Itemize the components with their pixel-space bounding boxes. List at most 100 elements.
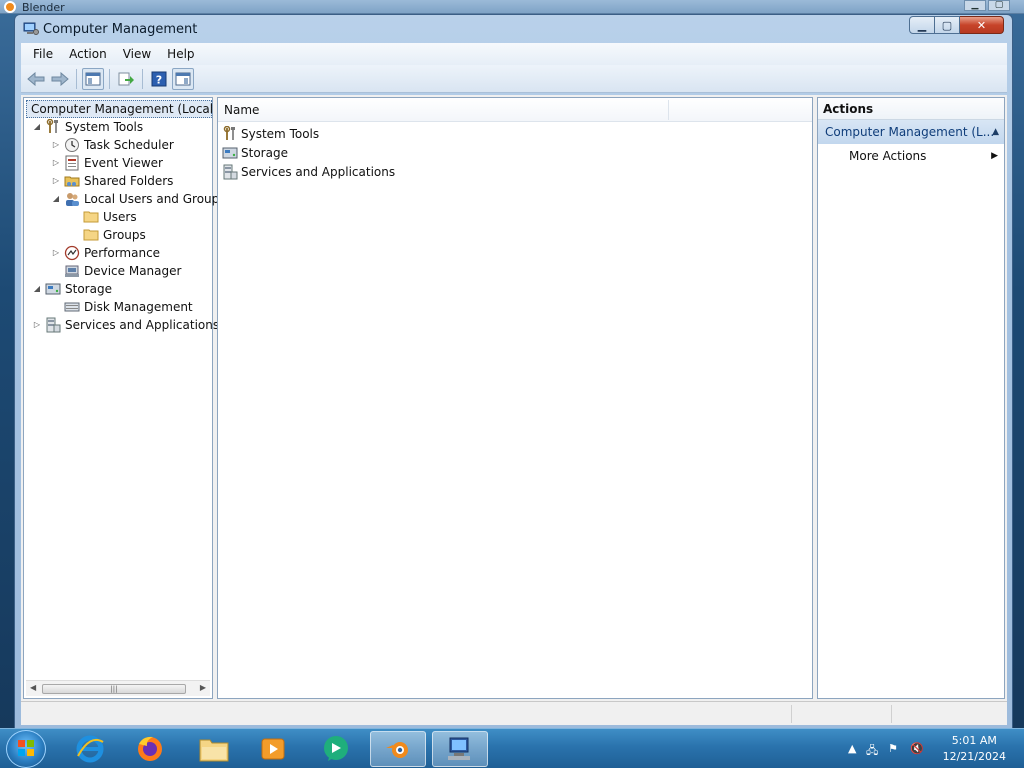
folder-icon: [83, 229, 99, 241]
computer-management-window: Computer Management ▁ ▢ ✕ File Action Vi…: [14, 14, 1013, 730]
taskbar-media-player[interactable]: [245, 731, 301, 767]
clock[interactable]: 5:01 AM 12/21/2024: [943, 733, 1006, 765]
tree-item-shared-folders[interactable]: ▷ Shared Folders: [51, 172, 173, 190]
actions-section-computer-management[interactable]: Computer Management (L... ▲: [818, 120, 1004, 144]
taskbar-file-explorer[interactable]: [186, 731, 242, 767]
show-hide-action-pane-icon: [175, 72, 191, 85]
menu-file[interactable]: File: [25, 43, 61, 65]
device-manager-icon: [65, 265, 79, 277]
list-item-label: Services and Applications: [241, 164, 396, 179]
tools-icon: [223, 125, 235, 140]
tree-item-label: Groups: [103, 228, 146, 242]
taskbar-computer-management[interactable]: [432, 731, 488, 767]
scroll-right-icon[interactable]: ▶: [200, 683, 206, 692]
taskbar-blender[interactable]: [370, 731, 426, 767]
expand-arrow-icon[interactable]: ▷: [51, 172, 61, 190]
taskbar-internet-explorer[interactable]: [62, 731, 118, 767]
tree-item-performance[interactable]: ▷ Performance: [51, 244, 160, 262]
scrollbar-thumb[interactable]: |||: [42, 684, 186, 694]
tree-item-label: Users: [103, 210, 137, 224]
back-arrow-icon: [27, 71, 45, 86]
tree-item-label: Performance: [84, 246, 161, 260]
expand-arrow-icon[interactable]: ▷: [51, 244, 61, 262]
clock-icon: [65, 138, 79, 152]
volume-muted-icon[interactable]: 🔇: [910, 742, 924, 755]
background-maximize-button[interactable]: ▢: [988, 0, 1010, 11]
tree-item-users[interactable]: Users: [70, 208, 137, 226]
network-icon[interactable]: 🖧: [866, 742, 878, 761]
tree-root-label: Computer Management (Local: [31, 102, 214, 116]
expand-arrow-icon[interactable]: ▷: [51, 136, 61, 154]
menu-action[interactable]: Action: [61, 43, 115, 65]
toolbar-separator: [76, 68, 77, 89]
shared-folder-icon: [64, 176, 80, 187]
more-actions-label: More Actions: [849, 149, 927, 163]
expand-arrow-icon[interactable]: ▷: [32, 316, 42, 334]
tree-item-device-manager[interactable]: Device Manager: [51, 262, 181, 280]
system-tray: ▲ 🖧 ⚑ 🔇 5:01 AM 12/21/2024: [844, 729, 1024, 768]
background-window-title: Blender: [22, 1, 65, 14]
collapse-arrow-icon[interactable]: ◢: [32, 280, 42, 298]
back-button[interactable]: [25, 68, 47, 90]
maximize-button[interactable]: ▢: [935, 16, 960, 34]
collapse-arrow-icon[interactable]: ◢: [51, 190, 61, 208]
actions-section-label: Computer Management (L...: [825, 125, 995, 139]
status-bar-divider: [791, 705, 792, 723]
blender-icon: [4, 1, 16, 13]
column-divider[interactable]: [668, 100, 669, 120]
tree-item-groups[interactable]: Groups: [70, 226, 146, 244]
more-actions-item[interactable]: More Actions ▶: [818, 144, 1004, 168]
export-list-icon: [118, 72, 134, 85]
tree-item-services-and-applications[interactable]: ▷ Services and Applications: [32, 316, 219, 334]
tree-item-label: Shared Folders: [84, 174, 174, 188]
computer-management-icon: [448, 737, 470, 760]
expand-arrow-icon[interactable]: ▷: [51, 154, 61, 172]
tree-root[interactable]: Computer Management (Local: [26, 100, 214, 118]
clock-date: 12/21/2024: [942, 750, 1006, 763]
list-item-services-and-applications[interactable]: Services and Applications: [222, 162, 395, 181]
status-bar-divider: [891, 705, 892, 723]
titlebar[interactable]: Computer Management ▁ ▢ ✕: [15, 15, 1012, 43]
close-button[interactable]: ✕: [960, 16, 1004, 34]
tree-item-label: Local Users and Groups: [84, 192, 226, 206]
actions-header: Actions: [818, 98, 1004, 120]
list-item-system-tools[interactable]: System Tools: [222, 124, 319, 143]
tree-item-label: System Tools: [65, 120, 144, 134]
taskbar-chat-app[interactable]: [308, 731, 364, 767]
tree-item-system-tools[interactable]: ◢ System Tools: [32, 118, 143, 136]
tree-item-label: Services and Applications: [65, 318, 220, 332]
show-hide-action-pane-button[interactable]: [172, 67, 194, 90]
menu-view[interactable]: View: [115, 43, 159, 65]
export-list-button[interactable]: [115, 68, 137, 90]
tree-horizontal-scrollbar[interactable]: ◀ ||| ▶: [26, 680, 210, 696]
background-minimize-button[interactable]: ▁: [964, 0, 986, 11]
background-window-titlebar[interactable]: Blender ▁ ▢: [0, 0, 1024, 14]
tree-item-event-viewer[interactable]: ▷ Event Viewer: [51, 154, 163, 172]
chat-app-icon: [324, 736, 348, 761]
list-item-storage[interactable]: Storage: [222, 143, 288, 162]
tree-item-task-scheduler[interactable]: ▷ Task Scheduler: [51, 136, 174, 154]
column-header-name[interactable]: Name: [224, 103, 259, 117]
tree-item-label: Disk Management: [84, 300, 193, 314]
collapse-arrow-icon[interactable]: ◢: [32, 118, 42, 136]
minimize-button[interactable]: ▁: [909, 16, 935, 34]
menu-help[interactable]: Help: [159, 43, 202, 65]
forward-button[interactable]: [49, 68, 71, 90]
start-button[interactable]: [6, 730, 46, 768]
help-button[interactable]: ?: [148, 68, 170, 90]
actions-pane: Actions Computer Management (L... ▲ More…: [817, 97, 1005, 699]
action-center-flag-icon[interactable]: ⚑: [888, 742, 898, 755]
taskbar-firefox[interactable]: [122, 731, 178, 767]
tree-item-local-users-and-groups[interactable]: ◢ Local Users and Groups: [51, 190, 226, 208]
tree-item-label: Storage: [65, 282, 112, 296]
tree-item-disk-management[interactable]: Disk Management: [51, 298, 193, 316]
show-hidden-icons-icon[interactable]: ▲: [848, 742, 856, 755]
collapse-up-icon[interactable]: ▲: [992, 120, 999, 144]
forward-arrow-icon: [51, 71, 69, 86]
folder-icon: [83, 211, 99, 223]
clock-time: 5:01 AM: [951, 734, 997, 747]
tree-item-storage[interactable]: ◢ Storage: [32, 280, 112, 298]
scroll-left-icon[interactable]: ◀: [30, 683, 36, 692]
list-item-label: Storage: [241, 145, 288, 160]
show-hide-console-tree-button[interactable]: [82, 67, 104, 90]
